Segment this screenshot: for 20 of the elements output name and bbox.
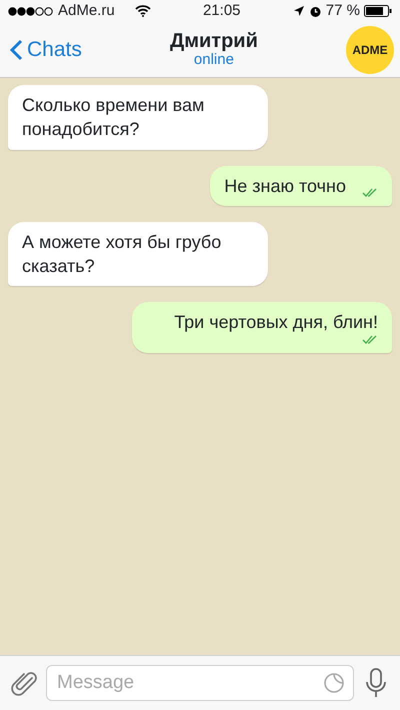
battery-icon — [364, 5, 392, 17]
avatar[interactable]: ADME — [346, 26, 394, 74]
incoming-message: А можете хотя бы грубо сказать? — [8, 222, 268, 286]
attach-icon[interactable] — [10, 669, 38, 697]
signal-icon — [8, 6, 54, 16]
incoming-message: Сколько времени вам понадобится? — [8, 85, 268, 150]
outgoing-message: Не знаю точно — [210, 166, 392, 206]
back-button[interactable]: Chats — [10, 34, 82, 66]
status-text: online — [194, 52, 234, 69]
alarm-icon — [308, 4, 322, 18]
chat-title: Дмитрий — [170, 30, 258, 52]
location-icon — [292, 5, 305, 17]
clock: 21:05 — [202, 0, 241, 21]
message-field[interactable]: Message — [46, 665, 354, 701]
sticker-icon[interactable] — [323, 672, 345, 694]
outgoing-message: Три чертовых дня, блин! — [132, 302, 392, 353]
carrier-name: AdMe.ru — [58, 0, 115, 21]
chevron-icon — [10, 38, 23, 60]
wifi-icon — [134, 5, 151, 17]
battery-percent: 77 % — [326, 0, 360, 21]
